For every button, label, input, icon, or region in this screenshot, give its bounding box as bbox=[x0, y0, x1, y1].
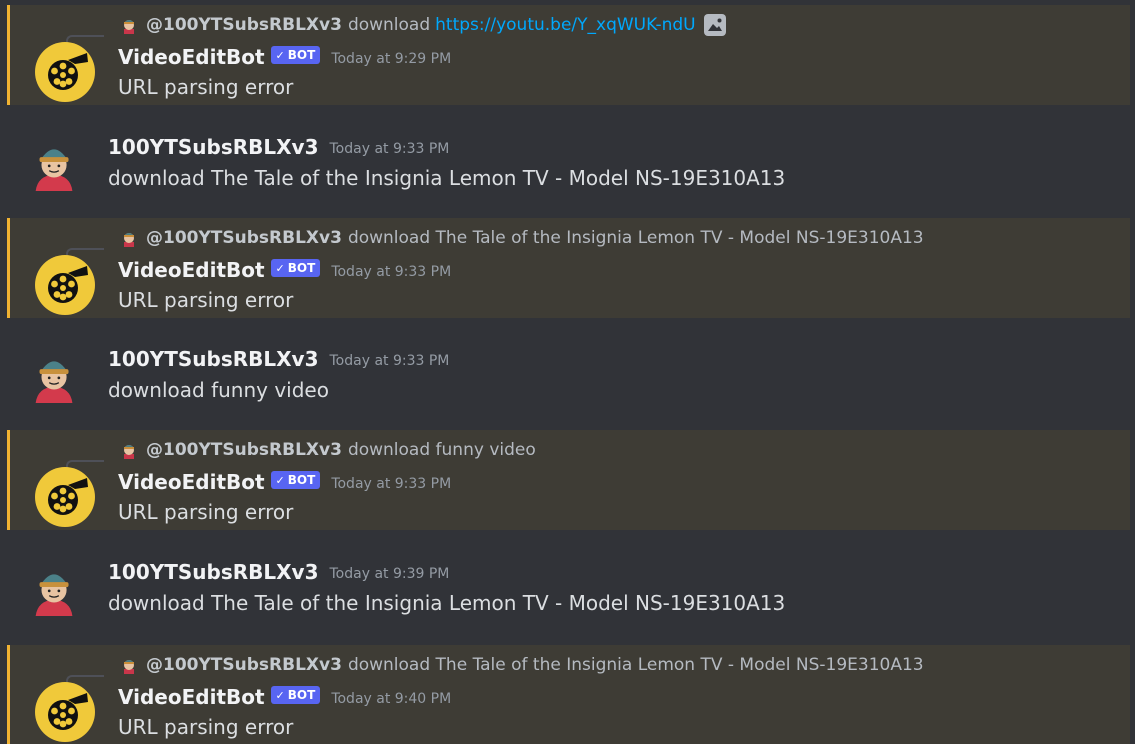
reply-author[interactable]: @100YTSubsRBLXv3 bbox=[146, 228, 342, 248]
timestamp[interactable]: Today at 9:33 PM bbox=[331, 264, 451, 280]
message-bot-reply[interactable]: @100YTSubsRBLXv3 download The Tale of th… bbox=[7, 645, 1130, 744]
reply-text: download The Tale of the Insignia Lemon … bbox=[347, 228, 924, 248]
timestamp[interactable]: Today at 9:39 PM bbox=[330, 566, 450, 582]
reply-link[interactable]: https://youtu.be/Y_xqWUK-ndU bbox=[435, 15, 696, 35]
message-content: URL parsing error bbox=[118, 75, 294, 99]
message-content: download The Tale of the Insignia Lemon … bbox=[108, 591, 786, 615]
roblox-character-icon bbox=[124, 233, 134, 247]
film-reel-icon[interactable] bbox=[35, 682, 95, 742]
message-header: 100YTSubsRBLXv3 Today at 9:39 PM bbox=[108, 560, 449, 584]
reply-text: download The Tale of the Insignia Lemon … bbox=[347, 655, 924, 675]
message-content: URL parsing error bbox=[118, 288, 294, 312]
reply-preview[interactable]: @100YTSubsRBLXv3 download funny video bbox=[120, 439, 536, 461]
timestamp[interactable]: Today at 9:33 PM bbox=[331, 476, 451, 492]
message-content: URL parsing error bbox=[118, 715, 294, 739]
message-user[interactable]: 100YTSubsRBLXv3 Today at 9:33 PM downloa… bbox=[0, 113, 1135, 218]
bot-tag: ✓ BOT bbox=[270, 259, 321, 277]
image-icon bbox=[703, 14, 726, 36]
bot-tag: ✓ BOT bbox=[270, 46, 321, 64]
reply-author[interactable]: @100YTSubsRBLXv3 bbox=[146, 655, 342, 675]
reply-text: download funny video bbox=[347, 440, 536, 460]
username[interactable]: VideoEditBot bbox=[118, 685, 265, 709]
message-content: download funny video bbox=[108, 378, 329, 402]
username[interactable]: VideoEditBot bbox=[118, 258, 265, 282]
roblox-character-icon bbox=[124, 660, 134, 674]
reply-preview[interactable]: @100YTSubsRBLXv3 download https://youtu.… bbox=[120, 14, 726, 36]
message-user[interactable]: 100YTSubsRBLXv3 Today at 9:33 PM downloa… bbox=[0, 325, 1135, 430]
reply-text: download bbox=[347, 15, 431, 35]
message-user[interactable]: 100YTSubsRBLXv3 Today at 9:39 PM downloa… bbox=[0, 538, 1135, 643]
film-reel-icon[interactable] bbox=[35, 42, 95, 102]
bot-tag: ✓ BOT bbox=[270, 471, 321, 489]
message-bot-reply[interactable]: @100YTSubsRBLXv3 download The Tale of th… bbox=[7, 218, 1130, 318]
message-header: 100YTSubsRBLXv3 Today at 9:33 PM bbox=[108, 347, 449, 371]
roblox-character-icon[interactable] bbox=[26, 558, 84, 616]
timestamp[interactable]: Today at 9:33 PM bbox=[330, 353, 450, 369]
roblox-character-icon[interactable] bbox=[26, 133, 84, 191]
chat-log: @100YTSubsRBLXv3 download https://youtu.… bbox=[0, 0, 1135, 744]
message-bot-reply[interactable]: @100YTSubsRBLXv3 download https://youtu.… bbox=[7, 5, 1130, 105]
message-header: 100YTSubsRBLXv3 Today at 9:33 PM bbox=[108, 135, 449, 159]
roblox-character-icon bbox=[124, 445, 134, 459]
username[interactable]: 100YTSubsRBLXv3 bbox=[108, 347, 319, 371]
message-header: VideoEditBot ✓ BOT Today at 9:40 PM bbox=[118, 685, 451, 709]
username[interactable]: 100YTSubsRBLXv3 bbox=[108, 560, 319, 584]
username[interactable]: VideoEditBot bbox=[118, 45, 265, 69]
timestamp[interactable]: Today at 9:29 PM bbox=[331, 51, 451, 67]
username[interactable]: VideoEditBot bbox=[118, 470, 265, 494]
film-reel-icon[interactable] bbox=[35, 467, 95, 527]
checkmark-icon: ✓ bbox=[275, 688, 285, 702]
checkmark-icon: ✓ bbox=[275, 473, 285, 487]
message-header: VideoEditBot ✓ BOT Today at 9:33 PM bbox=[118, 258, 451, 282]
checkmark-icon: ✓ bbox=[275, 48, 285, 62]
film-reel-icon[interactable] bbox=[35, 255, 95, 315]
timestamp[interactable]: Today at 9:40 PM bbox=[331, 691, 451, 707]
message-bot-reply[interactable]: @100YTSubsRBLXv3 download funny video Vi… bbox=[7, 430, 1130, 530]
username[interactable]: 100YTSubsRBLXv3 bbox=[108, 135, 319, 159]
reply-author[interactable]: @100YTSubsRBLXv3 bbox=[146, 440, 342, 460]
message-content: URL parsing error bbox=[118, 500, 294, 524]
message-content: download The Tale of the Insignia Lemon … bbox=[108, 166, 786, 190]
roblox-character-icon[interactable] bbox=[26, 345, 84, 403]
reply-preview[interactable]: @100YTSubsRBLXv3 download The Tale of th… bbox=[120, 654, 924, 676]
checkmark-icon: ✓ bbox=[275, 261, 285, 275]
timestamp[interactable]: Today at 9:33 PM bbox=[330, 141, 450, 157]
bot-tag: ✓ BOT bbox=[270, 686, 321, 704]
roblox-character-icon bbox=[124, 20, 134, 34]
message-header: VideoEditBot ✓ BOT Today at 9:33 PM bbox=[118, 470, 451, 494]
message-header: VideoEditBot ✓ BOT Today at 9:29 PM bbox=[118, 45, 451, 69]
reply-preview[interactable]: @100YTSubsRBLXv3 download The Tale of th… bbox=[120, 227, 924, 249]
reply-author[interactable]: @100YTSubsRBLXv3 bbox=[146, 15, 342, 35]
